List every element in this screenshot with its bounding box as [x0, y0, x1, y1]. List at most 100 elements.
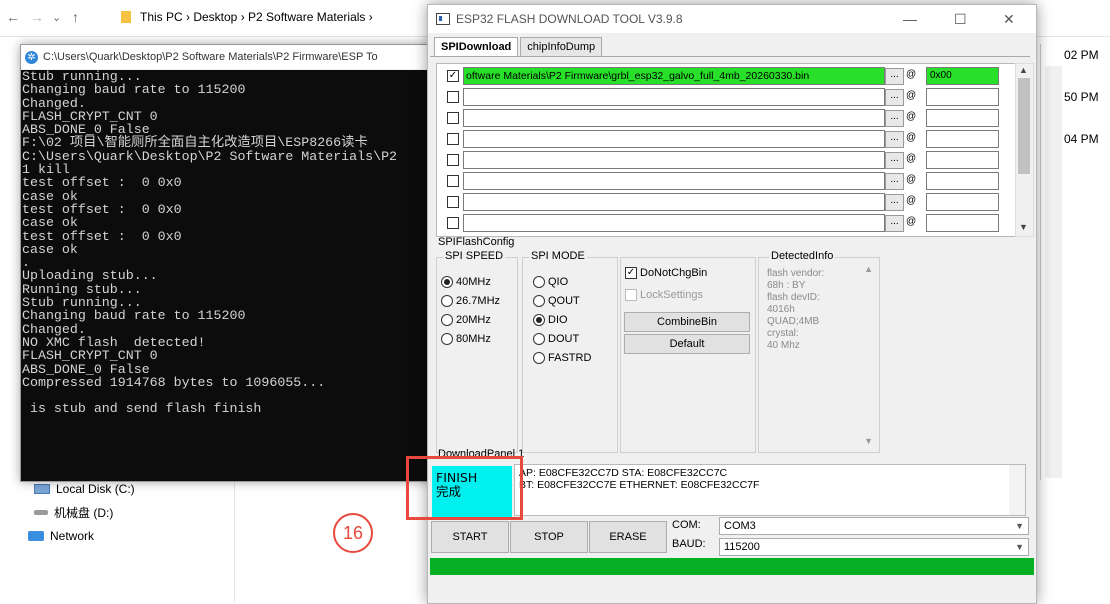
mac-scrollbar[interactable] [1009, 465, 1025, 515]
scroll-up-icon[interactable]: ▲ [864, 264, 873, 274]
detected-info-title: DetectedInfo [769, 250, 836, 262]
flash-address-input[interactable] [926, 109, 999, 127]
back-arrow-icon[interactable]: ← [6, 9, 20, 25]
mode-qio-radio[interactable]: QIO [533, 276, 568, 288]
checkbox-icon[interactable] [447, 196, 459, 208]
stop-button[interactable]: STOP [510, 521, 588, 553]
speed-26mhz-radio[interactable]: 26.7MHz [441, 295, 500, 307]
browse-button[interactable]: ... [885, 215, 904, 232]
flash-address-input[interactable] [926, 88, 999, 106]
checkbox-icon[interactable] [447, 154, 459, 166]
mode-dout-radio[interactable]: DOUT [533, 333, 579, 345]
file-path-input[interactable]: oftware Materials\P2 Firmware\grbl_esp32… [463, 67, 885, 85]
default-button[interactable]: Default [624, 334, 750, 354]
file-path-input[interactable] [463, 214, 885, 232]
checkbox-icon[interactable] [447, 91, 459, 103]
console-output[interactable]: Stub running... Changing baud rate to 115… [21, 70, 435, 481]
erase-button[interactable]: ERASE [589, 521, 667, 553]
file-path-input[interactable] [463, 130, 885, 148]
tool-title-bar[interactable]: ESP32 FLASH DOWNLOAD TOOL V3.9.8 — ☐ ✕ [428, 5, 1036, 33]
background-scrollbar[interactable] [1045, 66, 1062, 478]
console-title-bar[interactable]: ✲ C:\Users\Quark\Desktop\P2 Software Mat… [21, 45, 435, 69]
mode-qout-radio[interactable]: QOUT [533, 295, 580, 307]
flash-address-input[interactable]: 0x00 [926, 67, 999, 85]
browse-button[interactable]: ... [885, 173, 904, 190]
baud-select[interactable]: 115200 ▼ [719, 538, 1029, 556]
com-port-select[interactable]: COM3 ▼ [719, 517, 1029, 535]
checkbox-icon[interactable] [447, 175, 459, 187]
scroll-down-icon[interactable]: ▼ [1019, 222, 1028, 232]
mac-info-box[interactable]: AP: E08CFE32CC7D STA: E08CFE32CC7C BT: E… [514, 464, 1026, 516]
scroll-up-icon[interactable]: ▲ [1019, 65, 1028, 75]
forward-arrow-icon[interactable]: → [30, 9, 44, 25]
flash-address-input[interactable] [926, 172, 999, 190]
drive-icon [34, 510, 48, 515]
at-sign: @ [906, 195, 917, 206]
file-list-scrollbar[interactable]: ▲ ▼ [1015, 63, 1034, 237]
flash-address-input[interactable] [926, 151, 999, 169]
at-sign: @ [906, 216, 917, 227]
tab-spidownload[interactable]: SPIDownload [434, 37, 519, 57]
radio-dot-icon [441, 295, 453, 307]
minimize-icon[interactable]: — [903, 11, 917, 27]
tool-title: ESP32 FLASH DOWNLOAD TOOL V3.9.8 [456, 12, 683, 26]
mac-line-2: BT: E08CFE32CC7E ETHERNET: E08CFE32CC7F [519, 479, 760, 491]
checkbox-label: LockSettings [640, 289, 703, 301]
file-path-input[interactable] [463, 151, 885, 169]
scroll-thumb[interactable] [1018, 78, 1030, 174]
radio-dot-icon [441, 333, 453, 345]
nav-item-network[interactable]: Network [28, 529, 94, 543]
flash-address-input[interactable] [926, 130, 999, 148]
step-marker: 16 [333, 513, 373, 553]
file-row: ... @ [437, 192, 1015, 212]
tab-chipinfodump[interactable]: chipInfoDump [520, 37, 603, 57]
lock-settings-checkbox[interactable]: LockSettings [625, 289, 703, 301]
speed-40mhz-radio[interactable]: 40MHz [441, 276, 491, 288]
breadcrumb[interactable]: This PC › Desktop › P2 Software Material… [140, 10, 373, 24]
checkmark-icon[interactable]: ✓ [447, 70, 459, 82]
browse-button[interactable]: ... [885, 152, 904, 169]
radio-label: 20MHz [456, 314, 491, 326]
file-row: ... @ [437, 213, 1015, 233]
start-button[interactable]: START [431, 521, 509, 553]
flash-address-input[interactable] [926, 193, 999, 211]
browse-button[interactable]: ... [885, 110, 904, 127]
radio-dot-icon [533, 314, 545, 326]
close-icon[interactable]: ✕ [1003, 11, 1015, 28]
file-path-input[interactable] [463, 109, 885, 127]
checkbox-icon[interactable] [447, 133, 459, 145]
file-path-input[interactable] [463, 172, 885, 190]
maximize-icon[interactable]: ☐ [954, 11, 967, 28]
scroll-down-icon[interactable]: ▼ [864, 436, 873, 446]
nav-item-data-disk[interactable]: 机械盘 (D:) [34, 504, 113, 521]
network-icon [28, 531, 44, 541]
do-not-chg-bin-checkbox[interactable]: ✓ DoNotChgBin [625, 267, 707, 279]
browse-button[interactable]: ... [885, 89, 904, 106]
com-value: COM3 [724, 520, 756, 532]
speed-20mhz-radio[interactable]: 20MHz [441, 314, 491, 326]
modified-time: 50 PM [1064, 90, 1099, 104]
mode-dio-radio[interactable]: DIO [533, 314, 568, 326]
browse-button[interactable]: ... [885, 194, 904, 211]
flash-address-input[interactable] [926, 214, 999, 232]
up-arrow-icon[interactable]: ↑ [72, 9, 79, 25]
file-path-input[interactable] [463, 88, 885, 106]
history-chevron-icon[interactable]: ⌄ [52, 11, 61, 24]
file-row: ... @ [437, 129, 1015, 149]
speed-80mhz-radio[interactable]: 80MHz [441, 333, 491, 345]
console-line: case ok [22, 241, 78, 257]
file-path-input[interactable] [463, 193, 885, 211]
modified-time: 04 PM [1064, 132, 1099, 146]
console-line: Uploading stub... [22, 268, 158, 284]
checkbox-icon[interactable] [447, 217, 459, 229]
browse-button[interactable]: ... [885, 131, 904, 148]
checkbox-label: DoNotChgBin [640, 267, 708, 279]
console-line: Stub running... [22, 70, 142, 84]
at-sign: @ [906, 174, 917, 185]
combine-bin-button[interactable]: CombineBin [624, 312, 750, 332]
nav-item-local-disk[interactable]: Local Disk (C:) [34, 482, 135, 496]
mode-fastrd-radio[interactable]: FASTRD [533, 352, 591, 364]
checkbox-icon[interactable] [447, 112, 459, 124]
at-sign: @ [906, 111, 917, 122]
browse-button[interactable]: ... [885, 68, 904, 85]
